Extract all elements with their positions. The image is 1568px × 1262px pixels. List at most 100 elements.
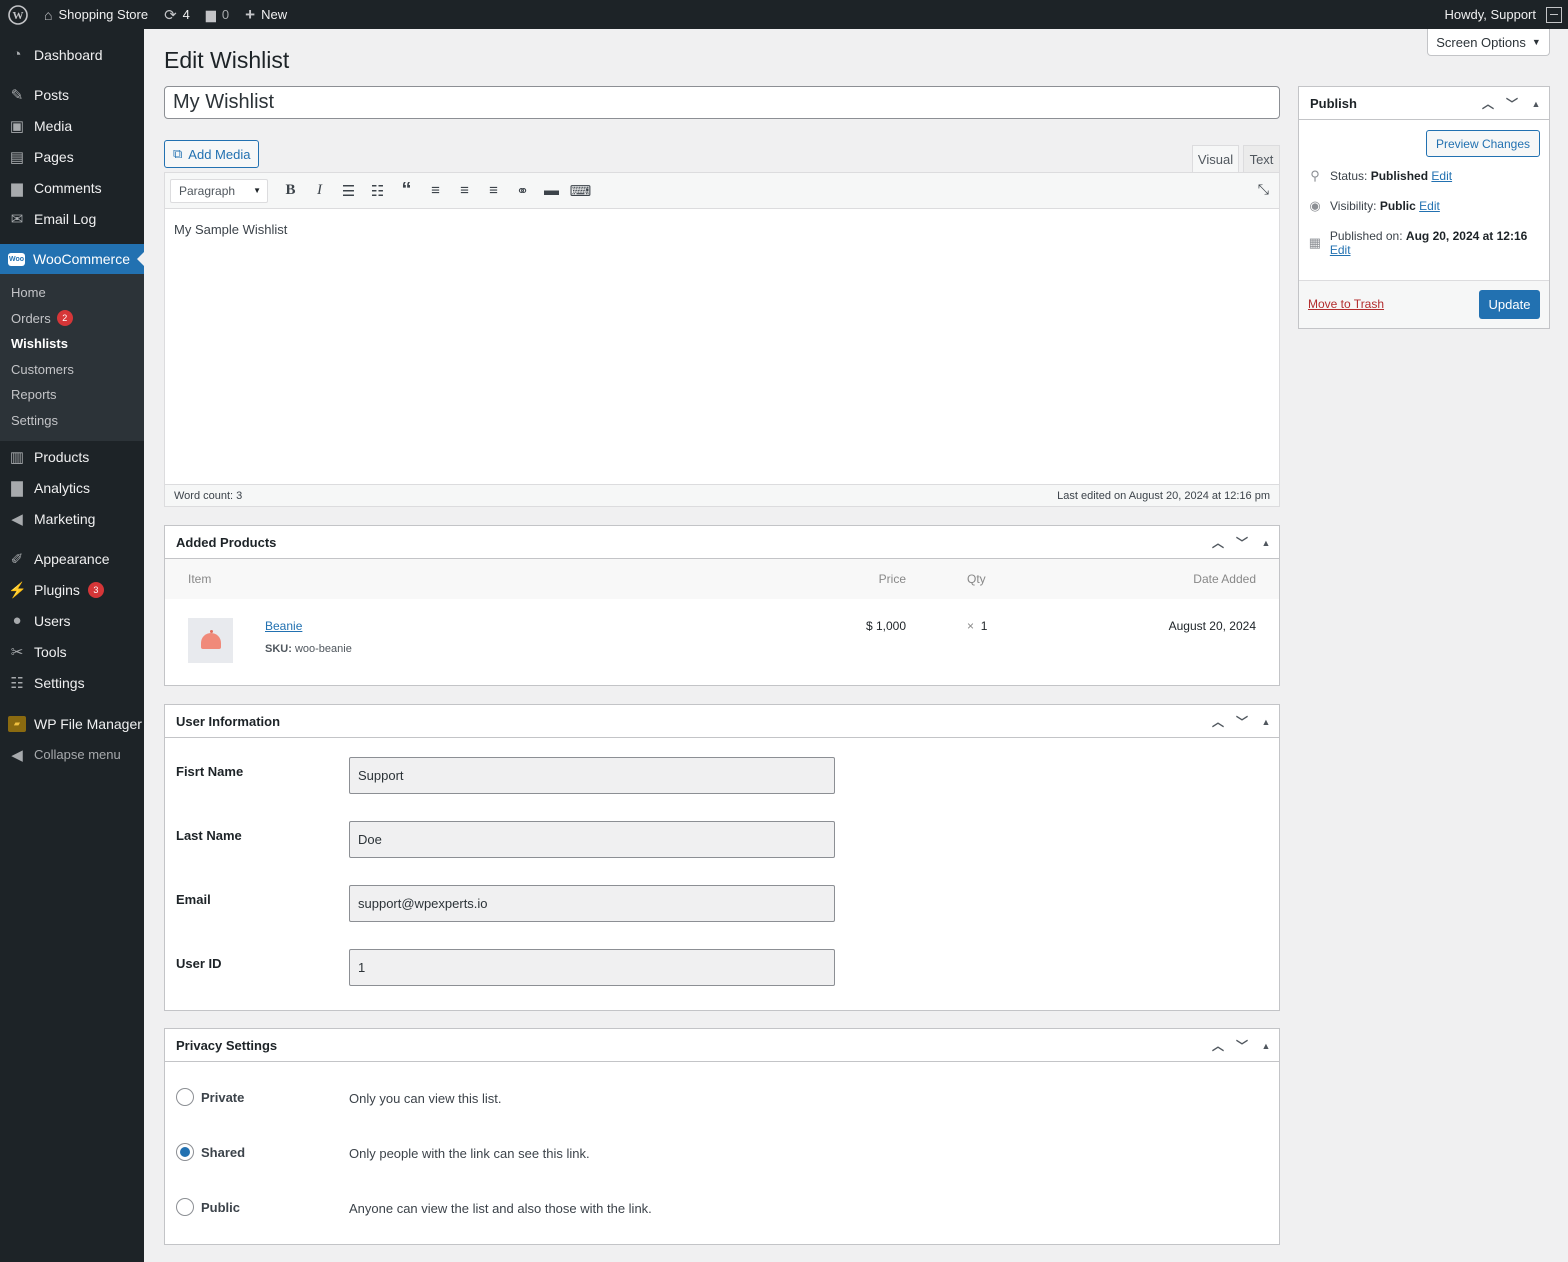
chevron-up-icon[interactable]: ︿ — [1211, 713, 1225, 730]
menu-label: WooCommerce — [33, 251, 130, 267]
submenu-orders[interactable]: Orders 2 — [0, 306, 144, 332]
toggle-panel-icon[interactable]: ▲ — [1259, 538, 1273, 548]
tab-visual[interactable]: Visual — [1192, 145, 1239, 172]
menu-appearance[interactable]: ✐ Appearance — [0, 543, 144, 574]
menu-label: Email Log — [34, 210, 97, 227]
format-select[interactable]: Paragraph ▼ — [170, 178, 268, 203]
submenu-label: Reports — [11, 387, 57, 403]
align-center-icon[interactable]: ≡ — [450, 177, 479, 205]
visibility-label: Visibility: — [1330, 199, 1377, 213]
fullscreen-icon[interactable]: ⤡ — [1258, 181, 1269, 198]
submenu-settings[interactable]: Settings — [0, 408, 144, 434]
toggle-panel-icon[interactable]: ▲ — [1529, 99, 1543, 109]
menu-comments[interactable]: ▆ Comments — [0, 172, 144, 203]
menu-posts[interactable]: ✎ Posts — [0, 79, 144, 110]
comments-link[interactable]: ▆ 0 — [198, 0, 237, 29]
user-id-field[interactable]: 1 — [349, 949, 835, 986]
edit-status-link[interactable]: Edit — [1431, 169, 1452, 183]
menu-pages[interactable]: ▤ Pages — [0, 141, 144, 172]
privacy-shared-label: Shared — [201, 1145, 246, 1160]
submenu-wishlists[interactable]: Wishlists — [0, 331, 144, 357]
menu-marketing[interactable]: ◀ Marketing — [0, 503, 144, 534]
column-item: Item — [188, 572, 212, 586]
numbered-list-icon[interactable]: ☷ — [363, 177, 392, 205]
submenu-customers[interactable]: Customers — [0, 357, 144, 383]
menu-settings[interactable]: ☷ Settings — [0, 667, 144, 698]
preview-changes-button[interactable]: Preview Changes — [1425, 130, 1540, 157]
menu-tools[interactable]: ✂ Tools — [0, 636, 144, 667]
italic-icon[interactable]: I — [305, 177, 334, 205]
menu-label: Analytics — [34, 479, 91, 496]
link-icon[interactable]: ⚭ — [508, 177, 537, 205]
read-more-icon[interactable]: ▬ — [537, 177, 566, 205]
chevron-down-icon[interactable]: ﹀ — [1235, 534, 1249, 551]
user-icon: ● — [12, 612, 22, 629]
chevron-up-icon[interactable]: ︿ — [1481, 95, 1495, 112]
last-name-field[interactable]: Doe — [349, 821, 835, 858]
menu-label: Products — [34, 448, 90, 465]
toggle-panel-icon[interactable]: ▲ — [1259, 1041, 1273, 1051]
menu-label: Users — [34, 612, 71, 629]
menu-wp-file-manager[interactable]: ▰ WP File Manager — [0, 708, 144, 739]
edit-visibility-link[interactable]: Edit — [1419, 199, 1440, 213]
chevron-down-icon[interactable]: ﹀ — [1505, 95, 1519, 112]
first-name-field[interactable]: Support — [349, 757, 835, 794]
post-title-input[interactable]: My Wishlist — [164, 86, 1280, 119]
postbox-header: Publish ︿ ﹀ ▲ — [1299, 87, 1549, 120]
site-name-link[interactable]: ⌂ Shopping Store — [36, 0, 156, 29]
menu-products[interactable]: ▥ Products — [0, 441, 144, 472]
collapse-menu-button[interactable]: ◀ Collapse menu — [0, 739, 144, 770]
product-thumbnail[interactable] — [188, 618, 233, 663]
updates-count: 4 — [182, 7, 190, 22]
wordpress-logo-icon[interactable]: W — [0, 0, 36, 29]
menu-email-log[interactable]: ✉ Email Log — [0, 203, 144, 234]
screen-options-button[interactable]: Screen Options ▼ — [1427, 29, 1550, 56]
comment-icon: ▆ — [205, 6, 216, 22]
svg-text:W: W — [13, 10, 24, 22]
editor-status-bar: Word count: 3 Last edited on August 20, … — [165, 484, 1279, 506]
align-left-icon[interactable]: ≡ — [421, 177, 450, 205]
bold-icon[interactable]: B — [276, 177, 305, 205]
align-right-icon[interactable]: ≡ — [479, 177, 508, 205]
chevron-down-icon[interactable]: ﹀ — [1235, 713, 1249, 730]
chevron-down-icon[interactable]: ﹀ — [1235, 1037, 1249, 1054]
beanie-icon — [200, 629, 221, 649]
main-content: Screen Options ▼ Edit Wishlist My Wishli… — [144, 29, 1568, 1262]
updates-link[interactable]: ⟳ 4 — [156, 0, 198, 29]
menu-media[interactable]: ▣ Media — [0, 110, 144, 141]
chevron-up-icon[interactable]: ︿ — [1211, 534, 1225, 551]
move-to-trash-link[interactable]: Move to Trash — [1308, 297, 1384, 311]
site-name: Shopping Store — [58, 7, 149, 22]
menu-label: Pages — [34, 148, 74, 165]
submenu-reports[interactable]: Reports — [0, 382, 144, 408]
menu-woocommerce[interactable]: Woo WooCommerce — [0, 244, 144, 274]
published-value: Aug 20, 2024 at 12:16 — [1405, 229, 1528, 243]
menu-plugins[interactable]: ⚡ Plugins 3 — [0, 574, 144, 605]
chevron-up-icon[interactable]: ︿ — [1211, 1037, 1225, 1054]
privacy-private-radio[interactable] — [176, 1088, 194, 1106]
toolbar-toggle-icon[interactable]: ⌨ — [566, 177, 595, 205]
bullet-list-icon[interactable]: ☰ — [334, 177, 363, 205]
update-button[interactable]: Update — [1479, 290, 1540, 319]
email-field[interactable]: support@wpexperts.io — [349, 885, 835, 922]
toggle-panel-icon[interactable]: ▲ — [1259, 717, 1273, 727]
menu-dashboard[interactable]: ◔ Dashboard — [0, 39, 144, 70]
product-link[interactable]: Beanie — [265, 619, 302, 633]
menu-analytics[interactable]: ▇ Analytics — [0, 472, 144, 503]
postbox-title: Privacy Settings — [176, 1037, 278, 1053]
screen-options-label: Screen Options — [1436, 34, 1526, 50]
edit-date-link[interactable]: Edit — [1330, 243, 1351, 257]
add-media-button[interactable]: ⧉ Add Media — [164, 140, 260, 168]
menu-users[interactable]: ● Users — [0, 605, 144, 636]
privacy-shared-radio[interactable] — [176, 1143, 194, 1161]
editor-body[interactable]: My Sample Wishlist — [165, 209, 1279, 485]
submenu-home[interactable]: Home — [0, 280, 144, 306]
tab-text[interactable]: Text — [1243, 145, 1280, 172]
last-edited: Last edited on August 20, 2024 at 12:16 … — [1057, 489, 1270, 502]
media-icon: ⧉ — [173, 146, 183, 161]
privacy-public-radio[interactable] — [176, 1198, 194, 1216]
admin-bar: W ⌂ Shopping Store ⟳ 4 ▆ 0 + New Howdy, … — [0, 0, 1568, 29]
blockquote-icon[interactable]: “ — [392, 177, 421, 205]
my-account-link[interactable]: Howdy, Support — [1436, 0, 1568, 29]
new-content-link[interactable]: + New — [237, 0, 295, 29]
